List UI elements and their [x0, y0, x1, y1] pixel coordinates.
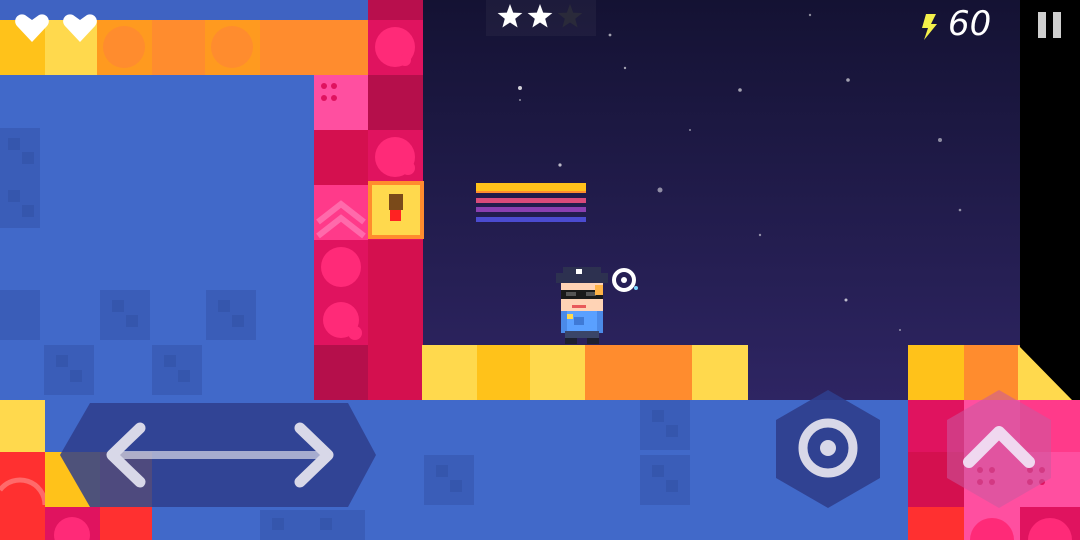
bolt-count-value: 60	[948, 4, 992, 44]
heart-icon	[63, 14, 97, 42]
pause-button[interactable]	[1032, 8, 1068, 42]
game-screen: 60	[0, 0, 1080, 540]
ground-platform	[422, 345, 748, 400]
heart-icon	[15, 14, 49, 42]
star-empty-icon	[557, 4, 583, 28]
lightning-bolt-icon	[922, 14, 937, 40]
move-control-button[interactable]	[60, 400, 378, 510]
star-earned-icon	[527, 4, 553, 28]
player-character	[556, 267, 608, 344]
dark-void	[1020, 0, 1080, 400]
switch-block	[368, 181, 424, 239]
stars-display	[486, 0, 596, 36]
star-earned-icon	[497, 4, 523, 28]
pause-icon	[1038, 12, 1061, 38]
jump-button[interactable]	[943, 388, 1055, 510]
action-button[interactable]	[772, 388, 884, 510]
bolt-counter: 60	[918, 4, 991, 44]
lives-display	[14, 10, 104, 46]
